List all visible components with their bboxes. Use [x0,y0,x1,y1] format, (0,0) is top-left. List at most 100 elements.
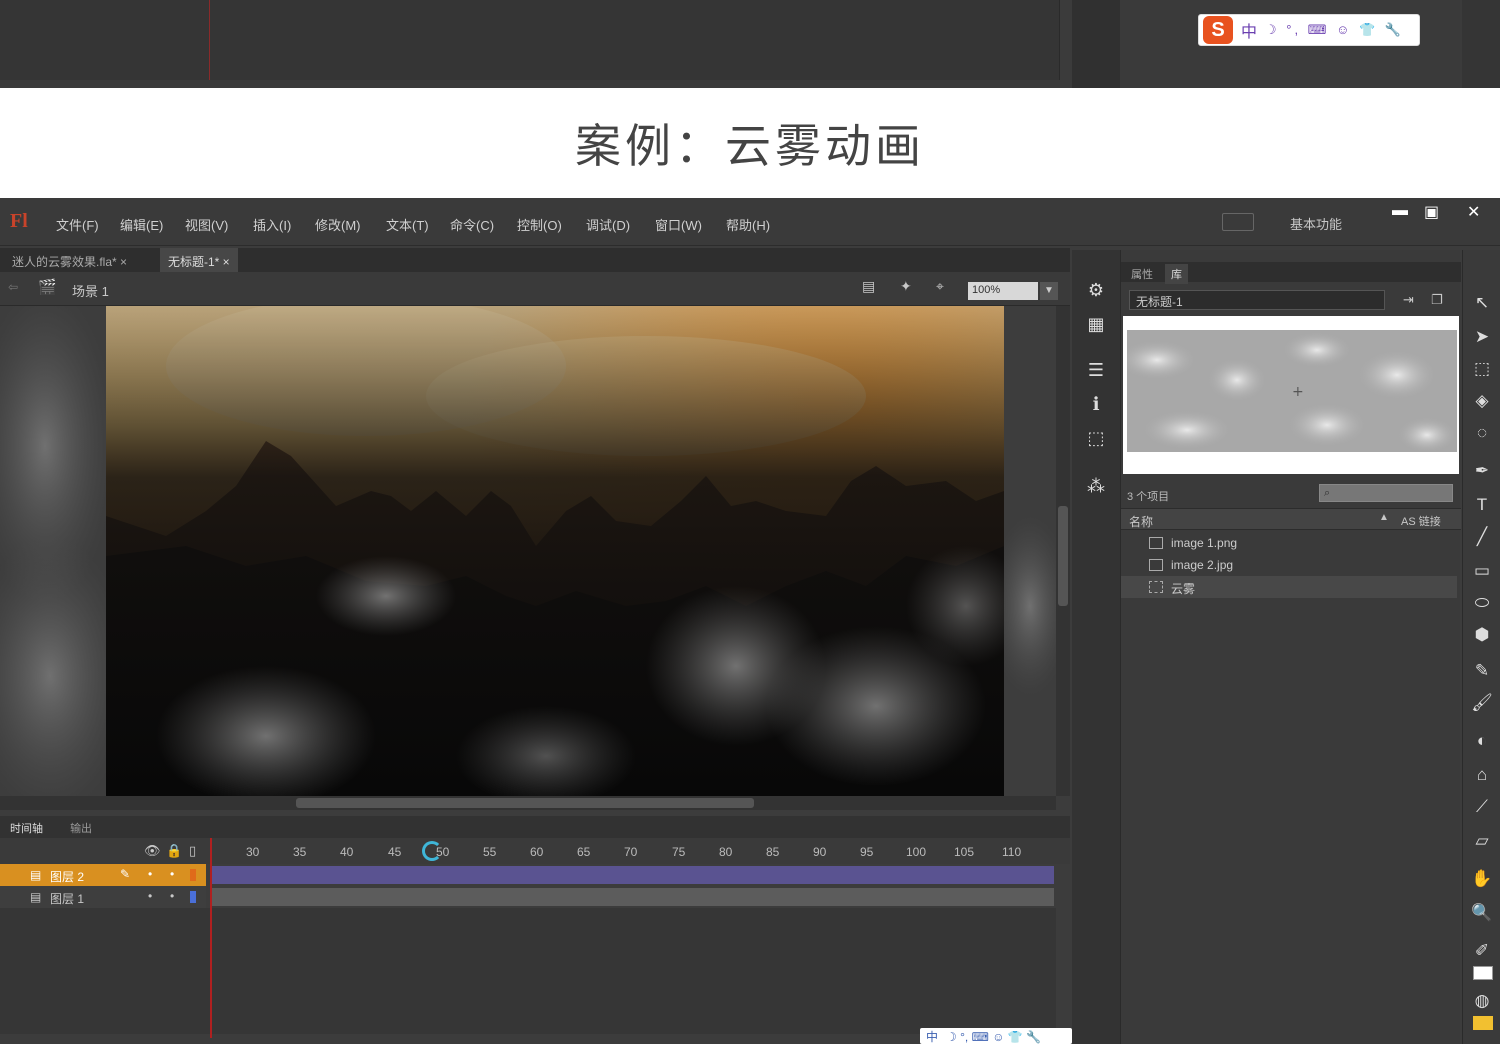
stage-area[interactable] [0,306,1056,796]
library-document-select[interactable]: 无标题-1 [1129,290,1385,310]
sync-settings-button[interactable] [1222,213,1254,231]
ruler-tick: 35 [293,845,307,859]
brush-tool-icon[interactable]: 🖌 [1463,688,1500,718]
stage-vertical-scrollbar[interactable] [1056,306,1070,796]
ime-toolbar[interactable]: S 中 ☽ °, ⌨ ☺ 👕 🔧 [1198,14,1420,46]
workspace-switcher[interactable]: 基本功能 [1290,214,1342,233]
stroke-color-icon[interactable]: ✐ [1463,936,1500,966]
layer-name[interactable]: 图层 1 [50,890,84,907]
menu-edit[interactable]: 编辑(E) [120,215,163,234]
transform-icon[interactable]: ⬚ [1072,424,1120,456]
center-stage-icon[interactable]: ⌖ [936,278,944,295]
pen-tool-icon[interactable]: ✒ [1463,456,1500,486]
ime-mode[interactable]: 中 [1241,18,1257,42]
layer-color-swatch[interactable] [190,891,196,903]
edit-scene-icon[interactable]: ▤ [862,278,875,295]
polystar-tool-icon[interactable]: ⬢ [1463,620,1500,650]
oval-tool-icon[interactable]: ⬭ [1463,588,1500,618]
column-name[interactable]: 名称 [1129,513,1153,530]
horizontal-scroll-thumb[interactable] [296,798,754,808]
eye-icon[interactable]: 👁 [144,843,161,859]
tab-output[interactable]: 输出 [70,823,92,835]
subselection-tool-icon[interactable]: ➤ [1463,322,1500,352]
edit-symbol-icon[interactable]: ✦ [900,278,912,295]
3d-rotation-tool-icon[interactable]: ◈ [1463,386,1500,416]
frame-span-layer-1[interactable] [212,888,1054,906]
fill-color-swatch[interactable] [1473,1016,1493,1030]
menu-file[interactable]: 文件(F) [56,215,99,234]
zoom-dropdown-icon[interactable]: ▼ [1040,282,1058,300]
library-item[interactable]: image 2.jpg [1121,554,1457,576]
lock-dot[interactable]: • [170,867,174,881]
zoom-tool-icon[interactable]: 🔍 [1463,898,1500,928]
ink-bottle-tool-icon[interactable]: ⌂ [1463,760,1500,790]
stage-horizontal-scrollbar[interactable] [0,796,1056,810]
align-icon[interactable]: ☰ [1072,356,1120,388]
menu-insert[interactable]: 插入(I) [253,215,291,234]
library-preview: + [1123,316,1459,474]
new-library-icon[interactable]: ❐ [1431,292,1443,308]
line-tool-icon[interactable]: ╱ [1463,522,1500,552]
layer-color-swatch[interactable] [190,869,196,881]
ime-icons[interactable]: ☽ °, ⌨ ☺ 👕 🔧 [1265,22,1404,38]
ime-icons[interactable]: ☽ °, ⌨ ☺ 👕 🔧 [946,1030,1041,1044]
paint-bucket-tool-icon[interactable]: ◐ [1463,726,1500,756]
free-transform-tool-icon[interactable]: ⬚ [1463,354,1500,384]
tab-properties[interactable]: 属性 [1125,264,1159,284]
menu-control[interactable]: 控制(O) [517,215,562,234]
frame-span-layer-2[interactable] [212,866,1054,884]
visibility-dot[interactable]: • [148,889,152,903]
restore-button[interactable]: ▣ [1424,202,1439,222]
eyedropper-tool-icon[interactable]: ⟋ [1463,792,1500,822]
scene-label[interactable]: 场景 1 [72,281,109,300]
lock-dot[interactable]: • [170,889,174,903]
close-button[interactable]: ✕ [1467,202,1480,222]
ruler-tick: 40 [340,845,354,859]
tab-timeline[interactable]: 时间轴 [10,823,43,835]
outline-icon[interactable]: ▯ [189,843,196,859]
tab-library[interactable]: 库 [1165,264,1188,284]
library-item[interactable]: 云雾 [1121,576,1457,598]
menu-help[interactable]: 帮助(H) [726,215,770,234]
fill-color-icon[interactable]: ◍ [1463,986,1500,1016]
menu-text[interactable]: 文本(T) [386,215,429,234]
playhead[interactable] [210,838,212,1038]
doc-tab-1[interactable]: 迷人的云雾效果.fla* × [4,248,135,272]
menu-view[interactable]: 视图(V) [185,215,228,234]
pencil-tool-icon[interactable]: ✎ [1463,656,1500,686]
back-arrow-icon[interactable]: ⇦ [8,280,18,294]
column-linkage[interactable]: AS 链接 [1401,513,1441,529]
components-icon[interactable]: ⁂ [1072,472,1120,504]
selection-tool-icon[interactable]: ↖ [1463,288,1500,318]
layer-row-2[interactable]: ▤ 图层 2 ✎ • • [0,864,206,886]
hand-tool-icon[interactable]: ✋ [1463,864,1500,894]
ime-mode[interactable]: 中 [926,1030,938,1044]
menu-window[interactable]: 窗口(W) [655,215,702,234]
lock-icon[interactable]: 🔒 [166,843,182,859]
doc-tab-2[interactable]: 无标题-1* × [160,248,238,272]
library-item[interactable]: image 1.png [1121,532,1457,554]
info-icon[interactable]: ℹ [1072,390,1120,422]
minimize-button[interactable]: ▬ [1392,202,1408,220]
menu-commands[interactable]: 命令(C) [450,215,494,234]
menu-debug[interactable]: 调试(D) [586,215,630,234]
zoom-input[interactable]: 100% [968,282,1038,300]
motion-presets-icon[interactable]: ⚙ [1072,276,1120,308]
sort-up-icon[interactable]: ▲ [1379,512,1389,523]
color-icon[interactable]: ▦ [1072,310,1120,342]
ime-status-bar[interactable]: 中 ☽ °, ⌨ ☺ 👕 🔧 [920,1028,1072,1044]
menu-modify[interactable]: 修改(M) [315,215,361,234]
stroke-color-swatch[interactable] [1473,966,1493,980]
library-search-input[interactable]: ⌕ [1319,484,1453,502]
text-tool-icon[interactable]: T [1463,490,1500,520]
layer-row-1[interactable]: ▤ 图层 1 • • [0,886,206,908]
layer-name[interactable]: 图层 2 [50,868,84,885]
vertical-scroll-thumb[interactable] [1058,506,1068,606]
timeline-ruler[interactable]: 👁 🔒 ▯ 30 35 40 45 50 55 60 65 70 75 80 8… [0,838,1070,864]
visibility-dot[interactable]: • [148,867,152,881]
eraser-tool-icon[interactable]: ▱ [1463,826,1500,856]
stage-canvas[interactable] [106,306,1004,796]
pin-icon[interactable]: ⇥ [1403,292,1414,308]
rectangle-tool-icon[interactable]: ▭ [1463,556,1500,586]
lasso-tool-icon[interactable]: ◌ [1463,418,1500,448]
